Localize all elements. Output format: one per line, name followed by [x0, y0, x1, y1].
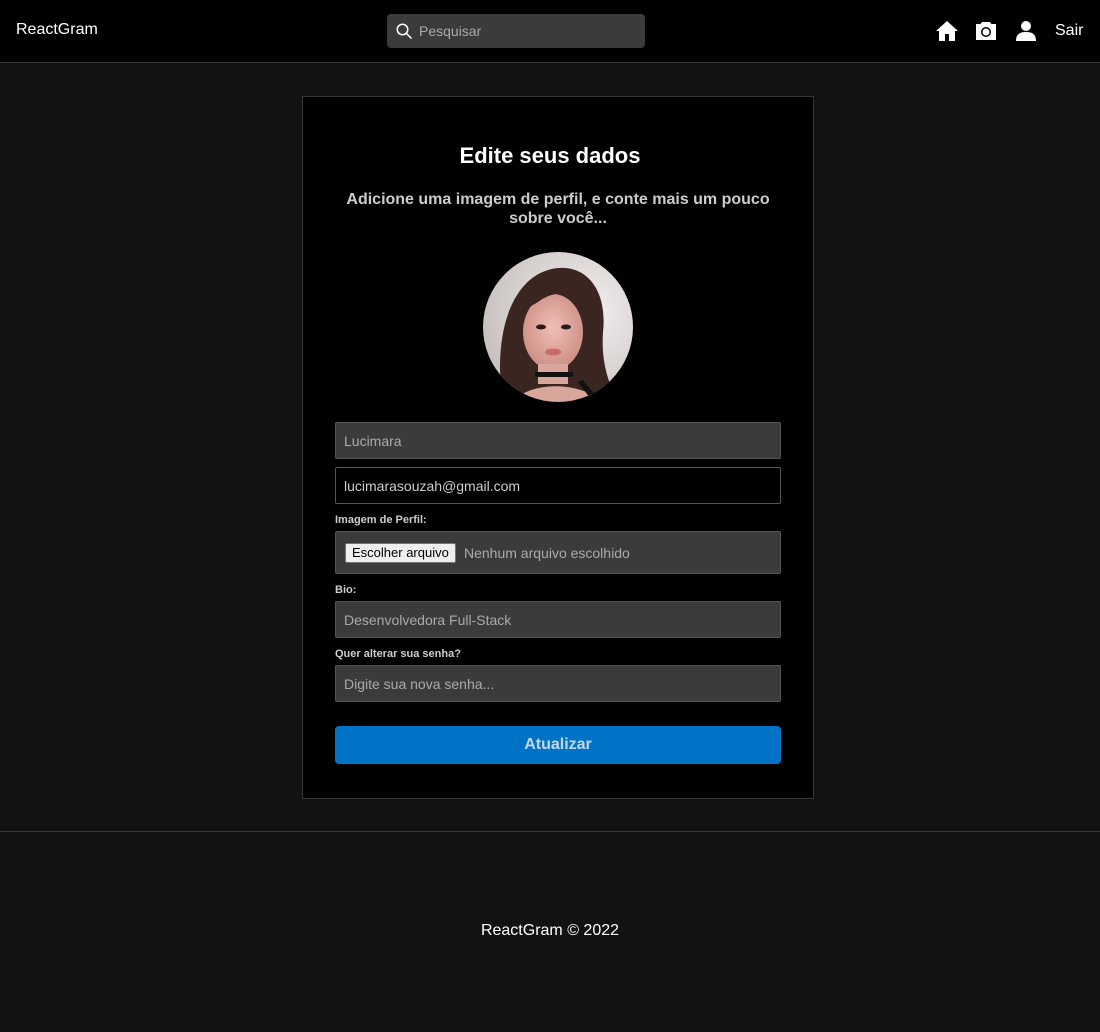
update-button[interactable]: Atualizar: [335, 726, 781, 764]
profile-image-label: Imagem de Perfil:: [335, 514, 427, 526]
bio-field[interactable]: [335, 601, 781, 638]
password-label: Quer alterar sua senha?: [335, 648, 461, 660]
profile-image-input[interactable]: Escolher arquivo Nenhum arquivo escolhid…: [335, 531, 781, 574]
logout-link[interactable]: Sair: [1055, 22, 1083, 40]
navbar: ReactGram Sair: [0, 0, 1100, 63]
user-icon[interactable]: [1014, 19, 1038, 43]
bio-label: Bio:: [335, 584, 357, 596]
page-subtitle: Adicione uma imagem de perfil, e conte m…: [346, 191, 770, 227]
search-icon: [396, 23, 413, 40]
avatar: [483, 252, 633, 402]
search-input[interactable]: [419, 14, 639, 48]
search-box[interactable]: [387, 14, 645, 48]
file-status-text: Nenhum arquivo escolhido: [464, 545, 630, 561]
page-title: Edite seus dados: [459, 143, 641, 168]
name-field[interactable]: [335, 422, 781, 459]
profile-photo: [483, 252, 633, 402]
camera-icon[interactable]: [974, 19, 998, 43]
home-icon[interactable]: [935, 19, 959, 43]
footer-text: ReactGram © 2022: [480, 922, 620, 939]
footer-divider: [0, 831, 1100, 832]
brand-link[interactable]: ReactGram: [16, 21, 98, 39]
password-field[interactable]: [335, 665, 781, 702]
email-field[interactable]: [335, 467, 781, 504]
choose-file-button[interactable]: Escolher arquivo: [345, 543, 456, 563]
